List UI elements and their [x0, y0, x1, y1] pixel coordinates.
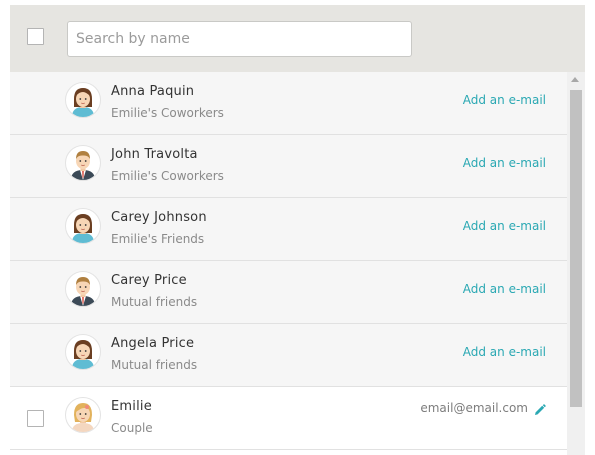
contact-group: Emilie's Coworkers: [111, 169, 224, 183]
blonde-female-avatar-icon: [65, 397, 101, 433]
contact-name: John Travolta: [111, 147, 198, 162]
contact-row[interactable]: Anna Paquin Emilie's Coworkers Add an e-…: [10, 72, 567, 135]
contact-name: Carey Price: [111, 273, 187, 288]
add-email-link[interactable]: Add an e-mail: [463, 282, 546, 296]
contact-row[interactable]: Carey Johnson Emilie's Friends Add an e-…: [10, 198, 567, 261]
search-input[interactable]: [67, 21, 412, 57]
contact-row[interactable]: John Travolta Emilie's Coworkers Add an …: [10, 135, 567, 198]
contact-group: Emilie's Coworkers: [111, 106, 224, 120]
contact-name: Carey Johnson: [111, 210, 207, 225]
contact-group: Couple: [111, 421, 153, 435]
contact-row[interactable]: Carey Price Mutual friends Add an e-mail: [10, 261, 567, 324]
scrollbar-thumb[interactable]: [570, 90, 582, 407]
contact-row[interactable]: Emilie Couple email@email.com: [10, 387, 567, 450]
list-header: [10, 5, 585, 72]
scroll-up-arrow-icon[interactable]: [571, 77, 579, 82]
add-email-link[interactable]: Add an e-mail: [463, 93, 546, 107]
contact-name: Emilie: [111, 399, 152, 414]
female-avatar-icon: [65, 208, 101, 244]
select-all-checkbox[interactable]: [27, 28, 44, 45]
contacts-panel: Anna Paquin Emilie's Coworkers Add an e-…: [10, 5, 585, 455]
male-avatar-icon: [65, 271, 101, 307]
add-email-link[interactable]: Add an e-mail: [463, 345, 546, 359]
contact-name: Angela Price: [111, 336, 195, 351]
contact-group: Mutual friends: [111, 358, 198, 372]
contact-row[interactable]: Angela Price Mutual friends Add an e-mai…: [10, 324, 567, 387]
contact-group: Mutual friends: [111, 295, 198, 309]
contact-name: Anna Paquin: [111, 84, 195, 99]
contact-list: Anna Paquin Emilie's Coworkers Add an e-…: [10, 72, 567, 455]
add-email-link[interactable]: Add an e-mail: [463, 219, 546, 233]
female-avatar-icon: [65, 82, 101, 118]
contact-email: email@email.com: [420, 401, 528, 415]
female-avatar-icon: [65, 334, 101, 370]
row-checkbox[interactable]: [27, 410, 44, 427]
male-avatar-icon: [65, 145, 101, 181]
pencil-icon[interactable]: [534, 401, 546, 415]
vertical-scrollbar[interactable]: [567, 72, 585, 455]
add-email-link[interactable]: Add an e-mail: [463, 156, 546, 170]
contact-group: Emilie's Friends: [111, 232, 205, 246]
